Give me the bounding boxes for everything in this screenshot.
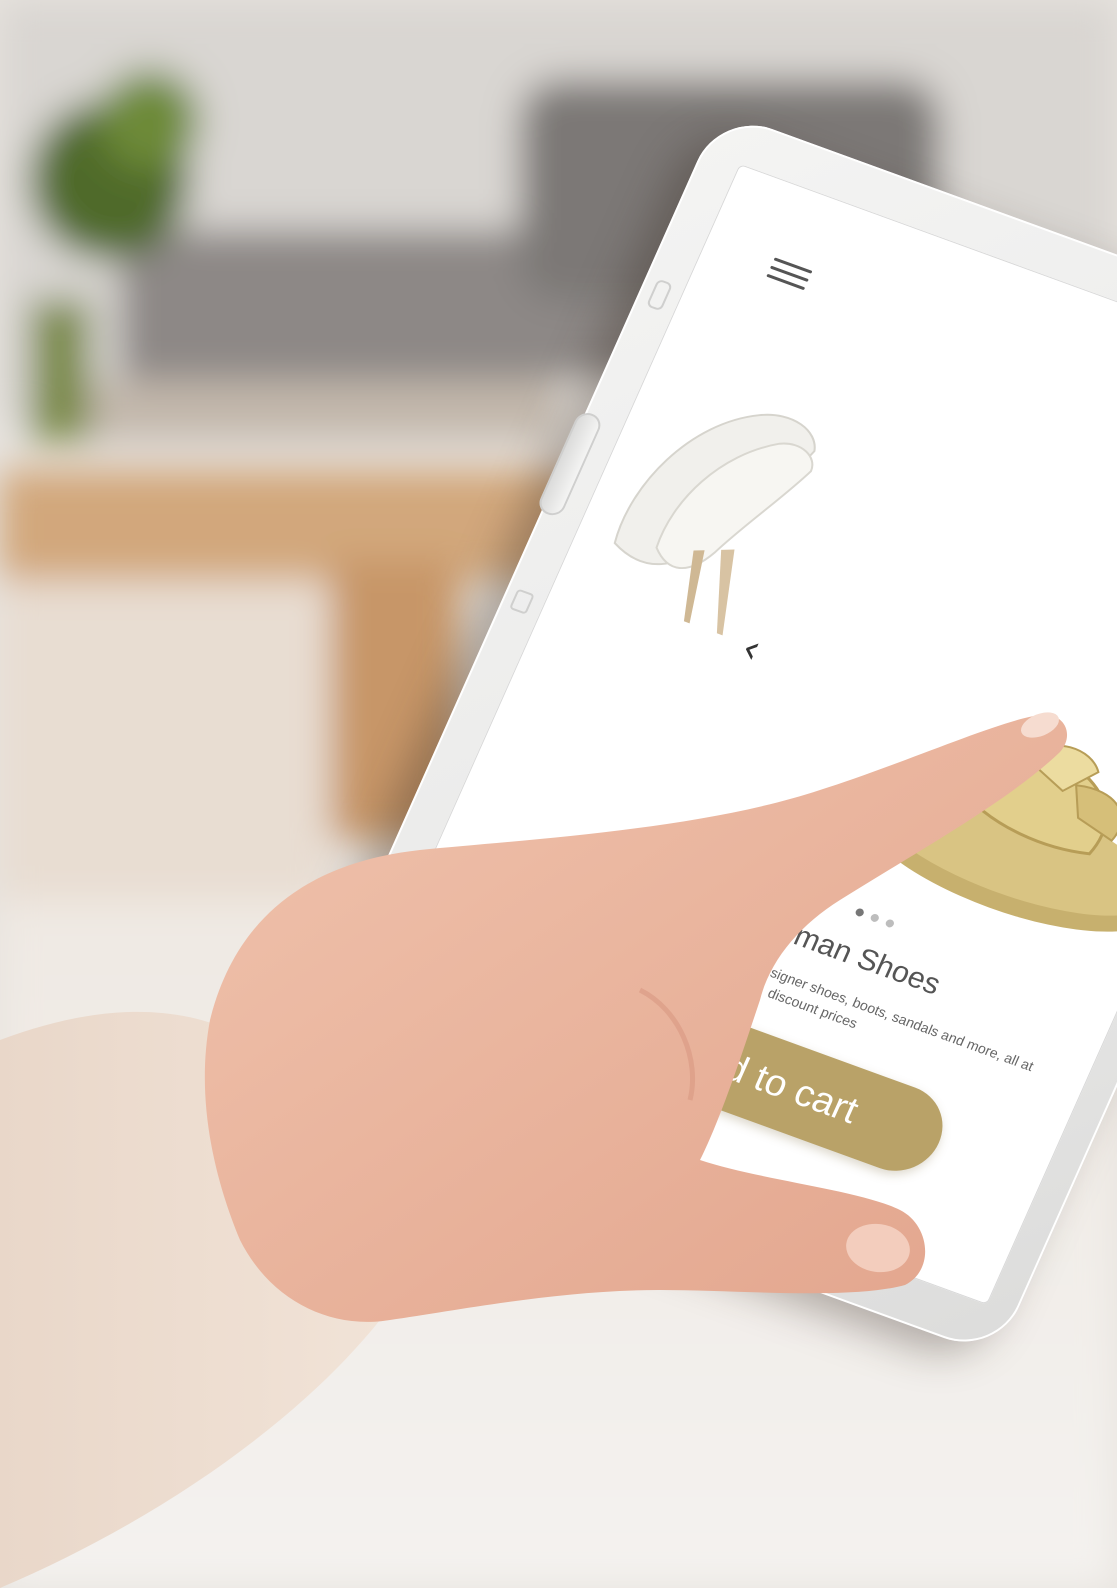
carousel-dot[interactable] — [884, 918, 896, 929]
white-heels-image[interactable] — [572, 353, 847, 652]
carousel-dot[interactable] — [854, 907, 866, 918]
carousel-dots[interactable] — [854, 907, 896, 929]
gold-sandal-image[interactable] — [823, 644, 1117, 976]
tablet-sensor — [645, 278, 674, 312]
photo-scene: ‹ Woman Shoes Shop online for women's de… — [0, 0, 1117, 1588]
carousel-dot[interactable] — [869, 912, 881, 923]
hamburger-menu-icon[interactable] — [765, 252, 815, 293]
back-key-icon[interactable] — [508, 588, 535, 615]
